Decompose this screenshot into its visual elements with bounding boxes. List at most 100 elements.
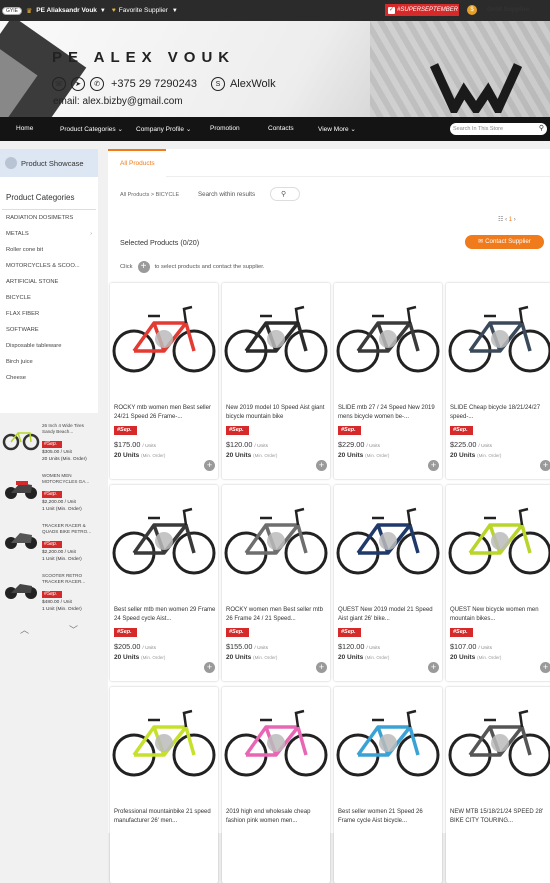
category-item[interactable]: Cheese [0,370,98,386]
add-product-button[interactable]: + [204,460,215,471]
add-product-button[interactable]: + [540,662,550,673]
category-item[interactable]: METALS › [0,226,98,242]
product-image[interactable] [224,693,328,793]
chevron-up-icon[interactable]: ︿ [20,623,29,636]
category-item[interactable]: Birch juice [0,354,98,370]
category-item[interactable]: BICYCLE [0,290,98,306]
product-card[interactable]: SLIDE mtb 27 / 24 Speed New 2019 mens bi… [334,283,442,479]
product-card[interactable]: NEW MTB 15/18/21/24 SPEED 28' BIKE CITY … [446,687,550,883]
min-order: 20 Units (Min. Order) [226,654,277,661]
nav-home[interactable]: Home [16,125,33,132]
product-card[interactable]: Best seller mtb men women 29 Frame 24 Sp… [110,485,218,681]
product-image[interactable] [336,693,440,793]
skype-icon[interactable]: S [210,77,225,91]
product-card[interactable]: QUEST New bicycle women men mountain bik… [446,485,550,681]
product-title[interactable]: SLIDE Cheap bicycle 18/21/24/27 speed-..… [450,404,550,422]
telegram-icon[interactable]: ➤ [71,77,85,91]
category-label: METALS [6,231,29,237]
breadcrumb[interactable]: All Products > BICYCLE [120,192,179,198]
product-title[interactable]: NEW MTB 15/18/21/24 SPEED 28' BIKE CITY … [450,808,550,826]
min-order: 20 Units (Min. Order) [114,452,165,459]
grid-view-icon[interactable]: ☷ [498,217,503,223]
product-card[interactable]: ROCKY mtb women men Best seller 24/21 Sp… [110,283,218,479]
tab-all-products[interactable]: All Products [108,149,166,177]
add-product-button[interactable]: + [428,460,439,471]
nav-company-profile[interactable]: Company Profile ⌄ [136,125,191,133]
search-within-input[interactable]: ⚲ [270,187,300,201]
nav-promotion[interactable]: Promotion [210,125,240,132]
product-card[interactable]: SLIDE Cheap bicycle 18/21/24/27 speed-..… [446,283,550,479]
category-item[interactable]: Roller cone bit [0,242,98,258]
category-item[interactable]: ARTIFICIAL STONE [0,274,98,290]
product-card[interactable]: 2019 high end wholesale cheap fashion pi… [222,687,330,883]
sep-badge: #Sep. [42,541,62,548]
nav-view-more[interactable]: View More ⌄ [318,125,356,133]
product-image[interactable] [336,289,440,389]
search-icon[interactable]: ⚲ [539,124,544,132]
chevron-right-icon[interactable]: › [90,226,92,242]
side-product[interactable]: TRACKER RACER & QUADS BIKE PETRO... #Sep… [0,517,98,562]
category-item[interactable]: SOFTWARE [0,322,98,338]
product-image[interactable] [224,491,328,591]
add-product-button[interactable]: + [428,662,439,673]
product-card[interactable]: Professional mountainbike 21 speed manuf… [110,687,218,883]
product-card[interactable]: ROCKY women men Best seller mtb 26 Frame… [222,485,330,681]
category-item[interactable]: RADIATION DOSIMETRS [0,210,98,226]
product-title[interactable]: QUEST New bicycle women men mountain bik… [450,606,550,624]
product-image[interactable] [224,289,328,389]
email-address: email: alex.bizby@gmail.com [53,96,183,107]
chevron-left-icon[interactable]: ‹ [505,217,507,223]
product-image[interactable] [448,289,550,389]
contact-supplier-button[interactable]: ✉ Contact Supplier [465,235,544,249]
side-product[interactable]: WOMEN MEN MOTORCYCLES GA... #Sep. $2,200… [0,467,98,512]
product-image[interactable] [112,693,216,793]
product-image[interactable] [112,491,216,591]
product-image[interactable] [448,491,550,591]
product-title[interactable]: ROCKY women men Best seller mtb 26 Frame… [226,606,328,624]
product-title[interactable]: QUEST New 2019 model 21 Speed Aist giant… [338,606,440,624]
side-product-price: $480.00 / Unit [42,600,72,605]
favorite-supplier-link[interactable]: Favorite Supplier [119,7,168,14]
add-product-button[interactable]: + [316,662,327,673]
chevron-down-icon[interactable]: ▼ [100,8,106,14]
whatsapp-icon[interactable]: ✆ [90,77,104,91]
product-title[interactable]: 2019 high end wholesale cheap fashion pi… [226,808,328,826]
product-title[interactable]: Professional mountainbike 21 speed manuf… [114,808,216,826]
product-image[interactable] [112,289,216,389]
store-search-input[interactable]: Search In This Store ⚲ [450,123,547,135]
company-name[interactable]: PE Aliaksandr Vouk [36,7,97,14]
product-title[interactable]: New 2019 model 10 Speed Aist giant bicyc… [226,404,328,422]
heart-icon[interactable]: ♥ [112,7,116,14]
product-title[interactable]: ROCKY mtb women men Best seller 24/21 Sp… [114,404,216,422]
add-product-button[interactable]: + [540,460,550,471]
side-list-arrows: ︿ ﹀ [0,623,98,636]
product-showcase-tab[interactable]: Product Showcase [0,149,98,177]
chevron-right-icon[interactable]: › [514,217,516,223]
product-card[interactable]: QUEST New 2019 model 21 Speed Aist giant… [334,485,442,681]
category-item[interactable]: MOTORCYCLES & SCOO... [0,258,98,274]
category-item[interactable]: Disposable tableware [0,338,98,354]
product-card[interactable]: Best seller women 21 Speed 26 Frame cycl… [334,687,442,883]
price-unit: / Units [142,444,157,449]
price-value: $155.00 [226,642,253,651]
product-title[interactable]: Best seller women 21 Speed 26 Frame cycl… [338,808,440,826]
side-product[interactable]: SCOOTER RETRO TRACKER RACER... #Sep. $48… [0,567,98,612]
add-product-button[interactable]: + [204,662,215,673]
nav-contacts[interactable]: Contacts [268,125,294,132]
search-icon[interactable]: ⚲ [281,190,286,198]
side-product[interactable]: 26 Inch 4 Wide Tires Sandy Beach... #Sep… [0,417,98,462]
super-september-badge[interactable]: ✓ #SUPERSEPTEMBER [385,4,459,16]
min-order-label: (Min. Order) [141,453,166,458]
chevron-down-icon[interactable]: ▼ [172,8,178,14]
product-image[interactable] [336,491,440,591]
add-product-button[interactable]: + [316,460,327,471]
nav-product-categories[interactable]: Product Categories ⌄ [60,125,123,133]
chevron-down-icon[interactable]: ﹀ [69,623,78,636]
category-item[interactable]: FLAX FIBER [0,306,98,322]
viber-icon[interactable]: ☏ [52,77,66,91]
product-title[interactable]: Best seller mtb men women 29 Frame 24 Sp… [114,606,216,624]
product-card[interactable]: New 2019 model 10 Speed Aist giant bicyc… [222,283,330,479]
side-product-price: $2,200.00 / Unit [42,550,76,555]
product-title[interactable]: SLIDE mtb 27 / 24 Speed New 2019 mens bi… [338,404,440,422]
product-image[interactable] [448,693,550,793]
